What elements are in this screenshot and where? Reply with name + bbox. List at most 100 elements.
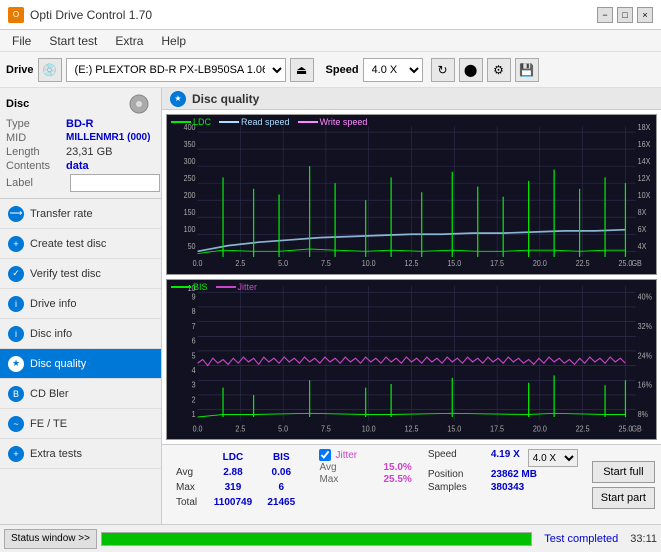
start-full-button[interactable]: Start full bbox=[592, 461, 655, 483]
svg-text:1: 1 bbox=[192, 409, 196, 419]
svg-text:5: 5 bbox=[192, 351, 197, 361]
eject-button[interactable]: ⏏ bbox=[290, 58, 314, 82]
total-bis-value: 21465 bbox=[261, 496, 301, 509]
menubar: File Start test Extra Help bbox=[0, 30, 661, 52]
disc-quality-header: ★ Disc quality bbox=[162, 88, 661, 110]
svg-text:12X: 12X bbox=[638, 174, 651, 183]
window-controls: − □ × bbox=[597, 7, 653, 23]
svg-text:7.5: 7.5 bbox=[321, 259, 331, 268]
nav-create-test-disc[interactable]: + Create test disc bbox=[0, 229, 161, 259]
bis-chart: BIS Jitter bbox=[166, 279, 657, 440]
svg-text:0.0: 0.0 bbox=[193, 424, 203, 434]
type-key: Type bbox=[6, 118, 66, 130]
action-buttons: Start full Start part bbox=[586, 445, 661, 524]
label-input[interactable] bbox=[70, 174, 160, 192]
svg-text:4: 4 bbox=[192, 365, 197, 375]
refresh-button[interactable]: ↻ bbox=[431, 58, 455, 82]
disc-panel: Disc Type BD-R MID MILLENMR1 (000) Lengt… bbox=[0, 88, 161, 199]
disc-type-row: Type BD-R bbox=[6, 118, 155, 130]
nav-drive-info[interactable]: i Drive info bbox=[0, 289, 161, 319]
svg-text:250: 250 bbox=[184, 174, 196, 183]
minimize-button[interactable]: − bbox=[597, 7, 613, 23]
svg-text:8%: 8% bbox=[638, 409, 648, 419]
jitter-avg-key: Avg bbox=[319, 462, 379, 473]
contents-value: data bbox=[66, 160, 89, 172]
read-speed-legend-dot bbox=[219, 121, 239, 123]
nav-verify-test-disc[interactable]: ✓ Verify test disc bbox=[0, 259, 161, 289]
verify-test-disc-icon: ✓ bbox=[8, 266, 24, 282]
cd-bler-icon: B bbox=[8, 386, 24, 402]
jitter-header-row: Jitter bbox=[319, 449, 411, 461]
menu-help[interactable]: Help bbox=[153, 32, 194, 50]
nav-items: ⟶ Transfer rate + Create test disc ✓ Ver… bbox=[0, 199, 161, 469]
svg-text:18X: 18X bbox=[638, 122, 651, 131]
disc-icon-btn[interactable]: ⬤ bbox=[459, 58, 483, 82]
jitter-checkbox[interactable] bbox=[319, 449, 331, 461]
svg-text:6: 6 bbox=[192, 336, 197, 346]
settings-icon-btn[interactable]: ⚙ bbox=[487, 58, 511, 82]
svg-text:17.5: 17.5 bbox=[490, 259, 504, 268]
stats-avg-row: Avg 2.88 0.06 bbox=[172, 466, 301, 479]
menu-extra[interactable]: Extra bbox=[107, 32, 151, 50]
maximize-button[interactable]: □ bbox=[617, 7, 633, 23]
svg-text:22.5: 22.5 bbox=[576, 259, 590, 268]
nav-fe-te[interactable]: ~ FE / TE bbox=[0, 409, 161, 439]
speed-row: Speed 4.19 X 4.0 X bbox=[428, 449, 578, 467]
jitter-max-key: Max bbox=[319, 474, 379, 485]
svg-text:2.5: 2.5 bbox=[235, 259, 245, 268]
nav-transfer-rate-label: Transfer rate bbox=[30, 208, 93, 220]
svg-text:24%: 24% bbox=[638, 351, 652, 361]
svg-text:12.5: 12.5 bbox=[405, 424, 419, 434]
jitter-legend-dot bbox=[216, 286, 236, 288]
app-icon: O bbox=[8, 7, 24, 23]
max-label: Max bbox=[172, 481, 205, 494]
ldc-legend-item: LDC bbox=[171, 117, 211, 127]
menu-file[interactable]: File bbox=[4, 32, 39, 50]
save-button[interactable]: 💾 bbox=[515, 58, 539, 82]
bis-header: BIS bbox=[261, 451, 301, 464]
nav-extra-tests[interactable]: + Extra tests bbox=[0, 439, 161, 469]
position-key: Position bbox=[428, 469, 483, 480]
nav-transfer-rate[interactable]: ⟶ Transfer rate bbox=[0, 199, 161, 229]
transfer-rate-icon: ⟶ bbox=[8, 206, 24, 222]
menu-starttest[interactable]: Start test bbox=[41, 32, 105, 50]
svg-text:150: 150 bbox=[184, 208, 196, 217]
disc-icon bbox=[123, 94, 155, 114]
svg-text:3: 3 bbox=[192, 380, 197, 390]
svg-text:8X: 8X bbox=[638, 208, 647, 217]
nav-disc-quality[interactable]: ★ Disc quality bbox=[0, 349, 161, 379]
speed-select[interactable]: 4.0 X 2.0 X 1.0 X bbox=[363, 58, 423, 82]
position-row: Position 23862 MB bbox=[428, 469, 578, 480]
svg-text:10.0: 10.0 bbox=[362, 259, 376, 268]
jitter-avg-row: Avg 15.0% bbox=[319, 462, 411, 473]
start-part-button[interactable]: Start part bbox=[592, 487, 655, 509]
svg-text:5.0: 5.0 bbox=[278, 424, 288, 434]
drive-select[interactable]: (E:) PLEXTOR BD-R PX-LB950SA 1.06 bbox=[66, 58, 286, 82]
svg-text:0.0: 0.0 bbox=[193, 259, 203, 268]
jitter-avg-value: 15.0% bbox=[383, 462, 411, 473]
avg-ldc-value: 2.88 bbox=[207, 466, 259, 479]
avg-label: Avg bbox=[172, 466, 205, 479]
mid-value: MILLENMR1 (000) bbox=[66, 132, 150, 144]
nav-cd-bler[interactable]: B CD Bler bbox=[0, 379, 161, 409]
close-button[interactable]: × bbox=[637, 7, 653, 23]
titlebar: O Opti Drive Control 1.70 − □ × bbox=[0, 0, 661, 30]
svg-text:32%: 32% bbox=[638, 321, 652, 331]
total-ldc-value: 1100749 bbox=[207, 496, 259, 509]
ldc-legend-label: LDC bbox=[193, 117, 211, 127]
read-speed-legend-item: Read speed bbox=[219, 117, 290, 127]
speed-mode-select[interactable]: 4.0 X bbox=[528, 449, 578, 467]
jitter-max-row: Max 25.5% bbox=[319, 474, 411, 485]
main-layout: Disc Type BD-R MID MILLENMR1 (000) Lengt… bbox=[0, 88, 661, 524]
svg-text:17.5: 17.5 bbox=[490, 424, 504, 434]
samples-value: 380343 bbox=[491, 482, 524, 493]
drive-icon-btn[interactable]: 💿 bbox=[38, 58, 62, 82]
svg-text:8: 8 bbox=[192, 307, 197, 317]
status-window-button[interactable]: Status window >> bbox=[4, 529, 97, 549]
nav-disc-quality-label: Disc quality bbox=[30, 358, 86, 370]
speed-info-section: Speed 4.19 X 4.0 X Position 23862 MB Sam… bbox=[420, 445, 586, 524]
disc-contents-row: Contents data bbox=[6, 160, 155, 172]
nav-disc-info[interactable]: i Disc info bbox=[0, 319, 161, 349]
svg-text:2.5: 2.5 bbox=[235, 424, 245, 434]
svg-text:10X: 10X bbox=[638, 191, 651, 200]
